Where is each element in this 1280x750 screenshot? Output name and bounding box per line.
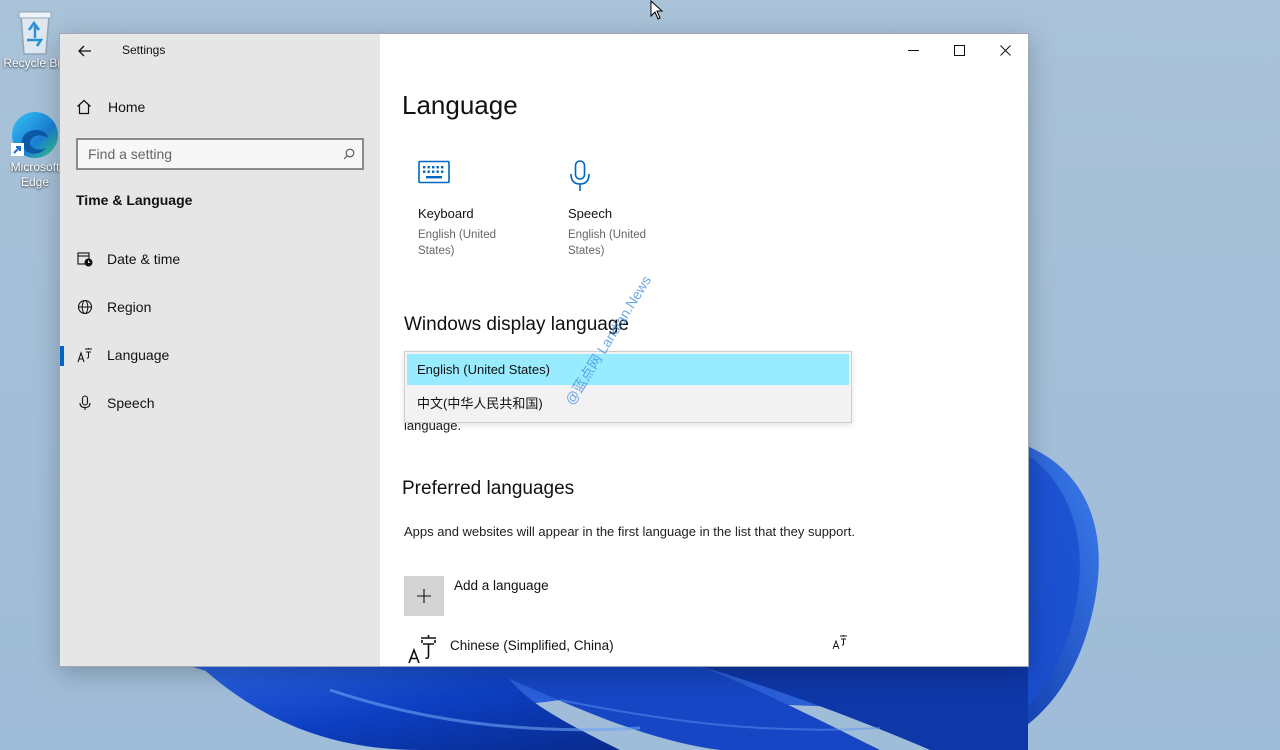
display-language-feature-icon xyxy=(832,634,848,655)
edge-icon xyxy=(11,112,58,158)
close-icon xyxy=(999,44,1011,56)
sidebar-item-speech[interactable]: Speech xyxy=(60,384,380,422)
back-button[interactable] xyxy=(74,40,96,62)
dropdown-option[interactable]: 中文(中华人民共和国) xyxy=(407,387,849,418)
speech-tile-name: Speech xyxy=(568,206,613,221)
sidebar-item-region[interactable]: Region xyxy=(60,288,380,326)
clock-calendar-icon xyxy=(77,251,93,267)
sidebar-item-label: Language xyxy=(107,347,170,363)
mouse-cursor-icon xyxy=(650,0,664,20)
app-title: Settings xyxy=(122,43,166,57)
content-pane: Language Keyboard English (United States… xyxy=(380,34,1028,666)
keyboard-tile-name: Keyboard xyxy=(418,206,474,221)
home-nav-item[interactable]: Home xyxy=(76,96,145,118)
keyboard-tile-subtitle: English (United States) xyxy=(418,229,496,257)
preferred-languages-description: Apps and websites will appear in the fir… xyxy=(404,524,855,539)
sidebar-item-label: Region xyxy=(107,299,152,315)
back-arrow-icon xyxy=(78,45,91,57)
settings-window: Settings Home Time & Language xyxy=(60,34,1028,666)
display-language-dropdown: English (United States) 中文(中华人民共和国) xyxy=(404,351,852,423)
home-label: Home xyxy=(108,99,146,115)
preferred-languages-heading: Preferred languages xyxy=(402,478,575,499)
maximize-button[interactable] xyxy=(936,34,982,66)
search-box xyxy=(76,138,364,170)
plus-icon xyxy=(417,589,431,603)
add-language-label: Add a language xyxy=(454,578,549,593)
dropdown-option[interactable]: English (United States) xyxy=(407,354,849,385)
maximize-icon xyxy=(953,44,965,56)
search-icon[interactable] xyxy=(336,148,362,160)
sidebar: Settings Home Time & Language xyxy=(60,34,380,666)
microphone-icon xyxy=(570,160,590,191)
add-language-button[interactable]: Add a language xyxy=(404,576,549,616)
sidebar-item-label: Date & time xyxy=(107,251,181,267)
recycle-bin-icon xyxy=(18,11,52,55)
page-title: Language xyxy=(402,90,518,120)
minimize-icon xyxy=(907,49,919,51)
keyboard-tile[interactable]: Keyboard English (United States) xyxy=(418,160,538,259)
globe-icon xyxy=(77,299,93,315)
speech-tile[interactable]: Speech English (United States) xyxy=(568,160,688,259)
speech-tile-subtitle: English (United States) xyxy=(568,229,646,257)
language-icon xyxy=(404,632,440,666)
language-list-item[interactable]: Chinese (Simplified, China) xyxy=(404,632,848,666)
search-input[interactable] xyxy=(78,146,336,162)
display-language-heading: Windows display language xyxy=(404,314,629,335)
close-button[interactable] xyxy=(982,34,1028,66)
microphone-icon xyxy=(77,395,93,411)
language-icon xyxy=(77,347,93,363)
language-name: Chinese (Simplified, China) xyxy=(450,638,614,653)
keyboard-icon xyxy=(418,160,450,184)
section-title: Time & Language xyxy=(76,192,193,208)
sidebar-item-language[interactable]: Language xyxy=(60,336,380,374)
home-icon xyxy=(77,99,91,115)
minimize-button[interactable] xyxy=(890,34,936,66)
sidebar-item-date-time[interactable]: Date & time xyxy=(60,240,380,278)
sidebar-item-label: Speech xyxy=(107,395,155,411)
